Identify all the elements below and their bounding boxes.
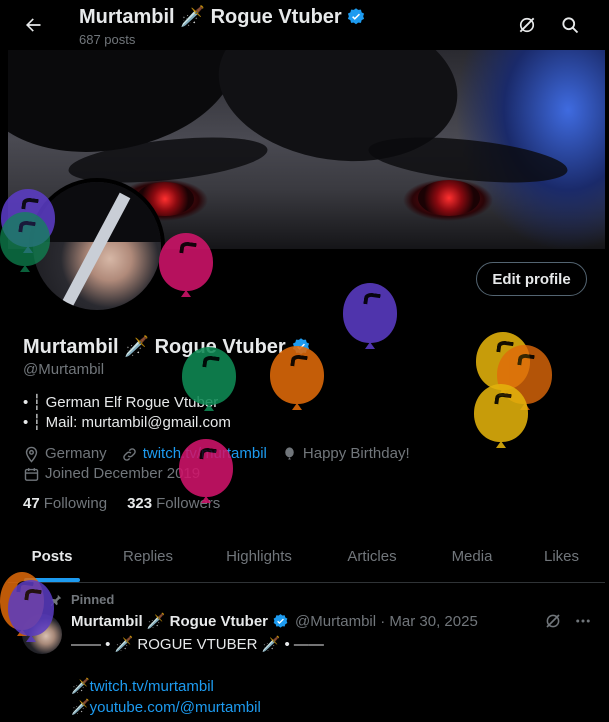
post-author-meta: @Murtambil · Mar 30, 2025 [295, 612, 478, 630]
birthday-text: Happy Birthday! [302, 445, 410, 462]
following-count: 47 [23, 495, 40, 512]
search-icon [562, 17, 579, 34]
balloon-decoration [270, 346, 324, 404]
verified-badge-icon [273, 613, 288, 628]
balloon-decoration [159, 233, 213, 291]
grok-icon[interactable] [544, 612, 562, 630]
top-bar: Murtambil 🗡️ Rogue Vtuber 687 posts [0, 0, 609, 50]
profile-name: Murtambil 🗡️ Rogue Vtuber [23, 334, 311, 359]
post-actions [544, 612, 592, 630]
joined-text: Joined December 2019 [45, 465, 201, 482]
search-button[interactable] [555, 10, 585, 40]
tab-label: Posts [31, 547, 73, 565]
bio-line: • ┆ Mail: murtambil@gmail.com [23, 414, 231, 431]
balloon-decoration [343, 283, 397, 343]
location-text: Germany [45, 445, 107, 462]
profile-tabs: Posts Replies Highlights Articles Media … [8, 530, 605, 583]
follow-stats: 47 Following 323 Followers [23, 495, 220, 512]
pinned-label: Pinned [71, 592, 115, 607]
link-icon [122, 447, 136, 461]
header-title-block: Murtambil 🗡️ Rogue Vtuber 687 posts [79, 4, 366, 47]
profile-name-text: Murtambil 🗡️ Rogue Vtuber [23, 336, 286, 358]
post-line: —— • 🗡️ ROGUE VTUBER 🗡️ • —— [71, 636, 324, 653]
calendar-icon [24, 467, 39, 481]
location-pin-icon [25, 446, 38, 463]
balloon-decoration [474, 384, 528, 442]
back-button[interactable] [18, 10, 48, 40]
joined: Joined December 2019 [23, 464, 200, 484]
post-line [71, 655, 324, 676]
following-link[interactable]: 47 Following [23, 495, 107, 512]
pinned-indicator: Pinned [49, 592, 114, 607]
profile-avatar[interactable] [29, 178, 165, 314]
header-title-text: Murtambil 🗡️ Rogue Vtuber [79, 6, 342, 28]
birthday: Happy Birthday! [281, 444, 410, 464]
tab-media[interactable]: Media [426, 530, 518, 582]
post-body: —— • 🗡️ ROGUE VTUBER 🗡️ • —— 🗡️twitch.tv… [71, 634, 324, 718]
balloon-icon [285, 446, 294, 459]
tab-label: Articles [347, 547, 397, 565]
balloon-decoration [8, 580, 54, 636]
verified-badge-icon [347, 7, 364, 24]
header-title: Murtambil 🗡️ Rogue Vtuber [79, 4, 366, 29]
post-count: 687 posts [79, 32, 136, 47]
edit-profile-button[interactable]: Edit profile [476, 262, 587, 296]
followers-count: 323 [127, 495, 153, 512]
tab-label: Replies [122, 547, 174, 565]
grok-button[interactable] [512, 10, 542, 40]
balloon-decoration [0, 212, 50, 266]
post-header: Murtambil 🗡️ Rogue Vtuber @Murtambil · M… [71, 612, 478, 631]
grok-icon [519, 17, 535, 33]
tab-label: Highlights [226, 547, 292, 565]
tab-replies[interactable]: Replies [96, 530, 200, 582]
tab-articles[interactable]: Articles [318, 530, 426, 582]
post-author-name[interactable]: Murtambil 🗡️ Rogue Vtuber [71, 612, 268, 630]
balloon-decoration [179, 439, 233, 497]
post-link[interactable]: 🗡️twitch.tv/murtambil [71, 676, 324, 697]
pinned-post[interactable]: Pinned Murtambil 🗡️ Rogue Vtuber @Murtam… [8, 584, 605, 722]
tab-likes[interactable]: Likes [518, 530, 605, 582]
profile-handle: @Murtambil [23, 361, 105, 378]
tab-label: Media [451, 547, 493, 565]
post-link[interactable]: 🗡️youtube.com/@murtambil [71, 697, 324, 718]
back-arrow-icon [26, 18, 41, 32]
tab-label: Likes [543, 547, 580, 565]
tab-highlights[interactable]: Highlights [200, 530, 318, 582]
location: Germany [23, 444, 107, 464]
following-label: Following [43, 495, 108, 512]
more-icon[interactable] [574, 612, 592, 630]
balloon-decoration [182, 347, 236, 405]
